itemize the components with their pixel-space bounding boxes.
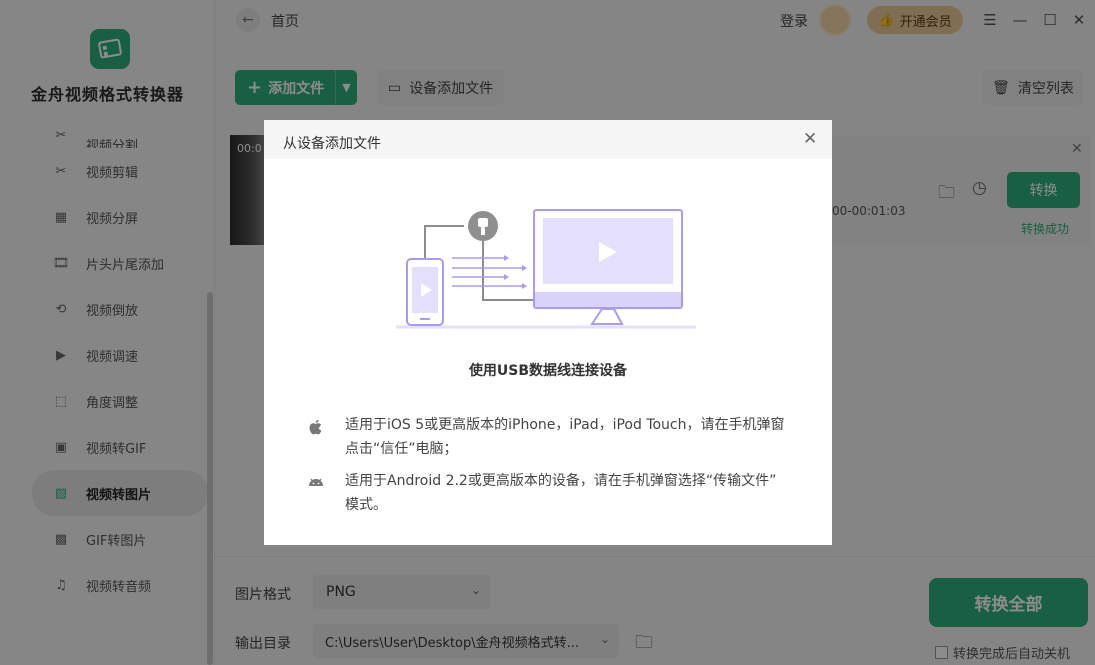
ios-instructions: 适用于iOS 5或更高版本的iPhone，iPad，iPod Touch，请在手… (309, 413, 795, 461)
android-instructions: 适用于Android 2.2或更高版本的设备，请在手机弹窗选择“传输文件” 模式… (309, 469, 795, 517)
dialog-header: 从设备添加文件 ✕ (264, 120, 832, 159)
android-line-1: 适用于Android 2.2或更高版本的设备，请在手机弹窗选择“传输文件” (345, 473, 777, 489)
android-line-2: 模式。 (345, 497, 387, 513)
dialog-caption: 使用USB数据线连接设备 (468, 363, 628, 379)
close-icon[interactable]: ✕ (803, 129, 817, 149)
android-icon (309, 478, 323, 486)
device-add-dialog: 从设备添加文件 ✕ 使用USB数据线连接设备 适用于iOS 5或更高版本的iPh… (264, 120, 832, 545)
ios-line-1: 适用于iOS 5或更高版本的iPhone，iPad，iPod Touch，请在手… (345, 417, 785, 433)
usb-connection-illustration (396, 209, 696, 329)
dialog-title: 从设备添加文件 (283, 136, 381, 152)
ios-line-2: 点击“信任”电脑； (345, 441, 458, 457)
apple-icon (309, 419, 322, 435)
